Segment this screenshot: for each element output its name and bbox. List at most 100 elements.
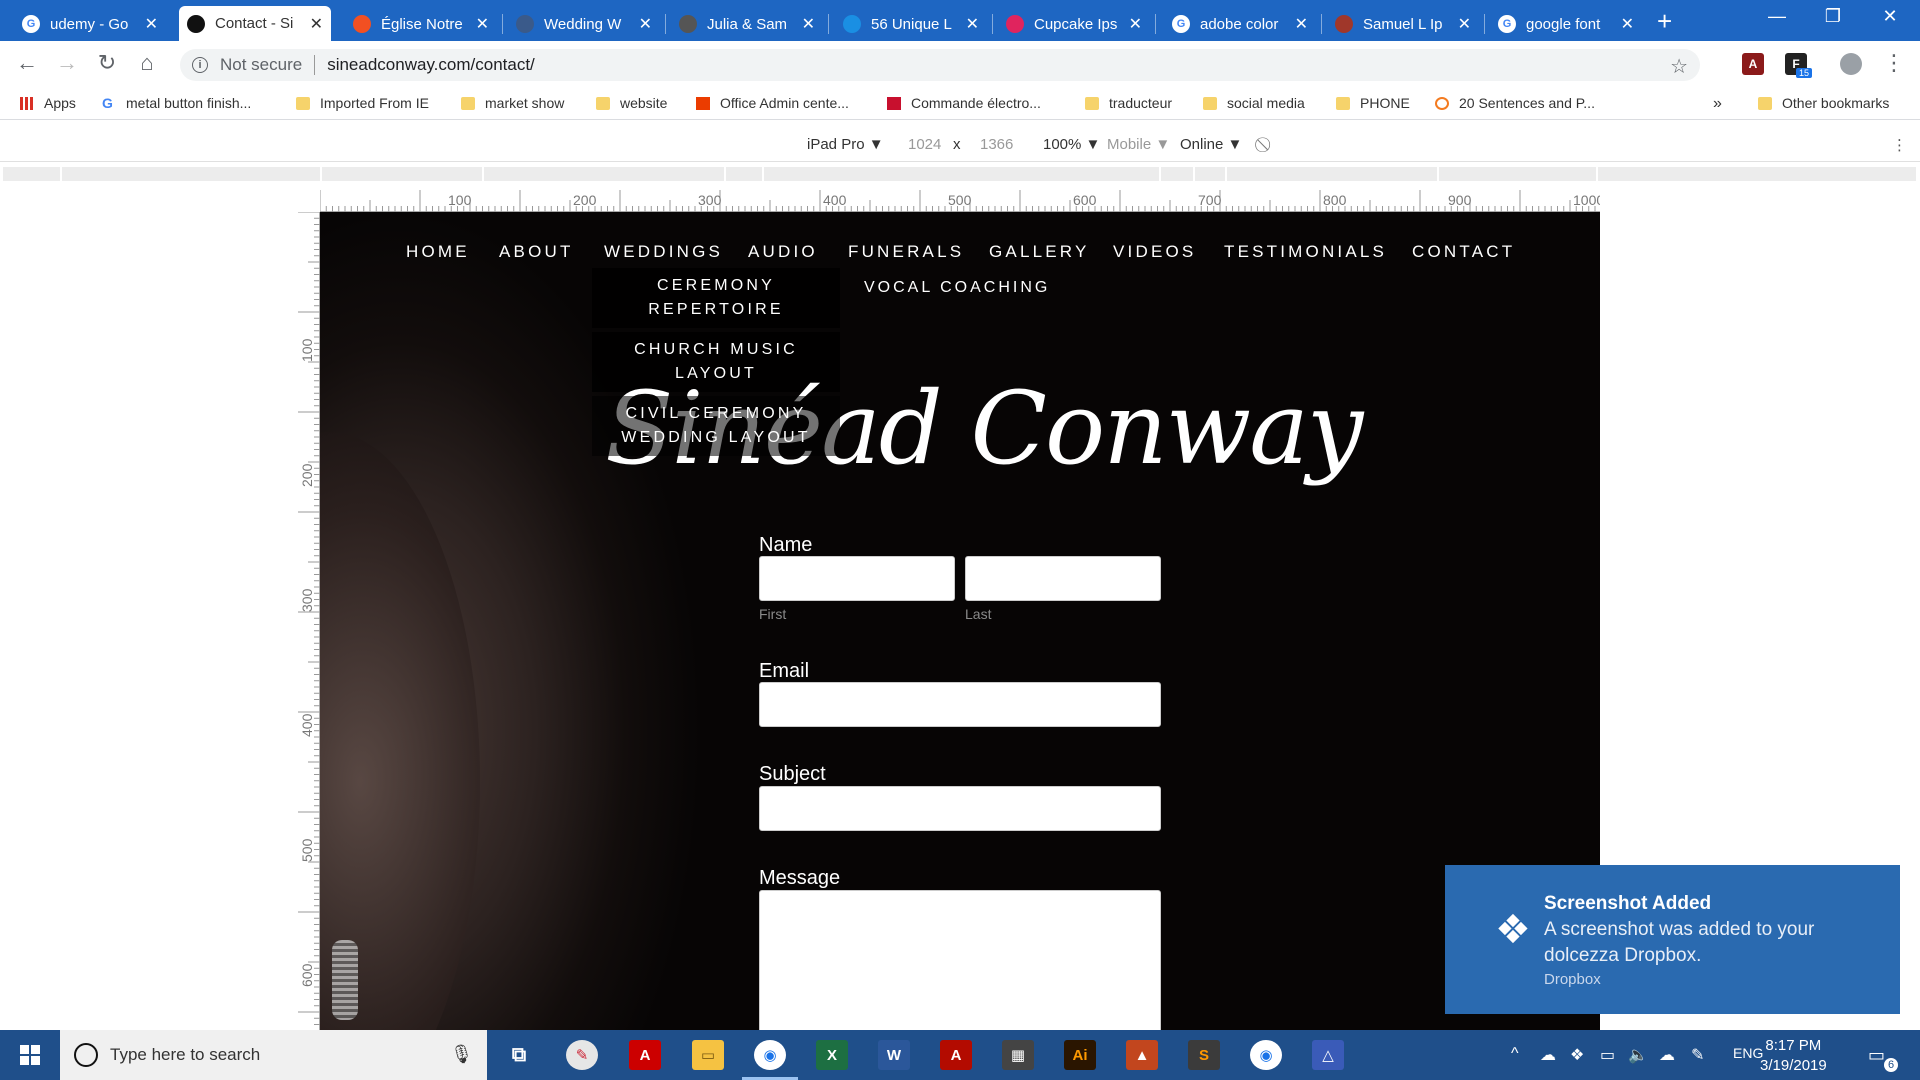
onedrive-icon[interactable]: ☁ bbox=[1540, 1045, 1556, 1065]
info-icon[interactable]: i bbox=[192, 57, 208, 73]
acrobat-reader-icon[interactable]: A bbox=[940, 1040, 972, 1070]
nav-about[interactable]: ABOUT bbox=[499, 242, 574, 262]
mode-select[interactable]: Mobile ▼ bbox=[1107, 136, 1170, 153]
upload-cloud-icon[interactable]: ☁ bbox=[1659, 1045, 1675, 1065]
excel-app-icon[interactable]: X bbox=[816, 1040, 848, 1070]
media-query-segment[interactable] bbox=[1227, 167, 1437, 181]
bookmark-item[interactable]: Gmetal button finish... bbox=[102, 95, 251, 111]
back-icon[interactable]: ← bbox=[13, 50, 41, 76]
nav-funerals[interactable]: FUNERALS bbox=[848, 242, 964, 262]
tray-chevron-icon[interactable]: ^ bbox=[1511, 1045, 1519, 1063]
file-explorer-icon[interactable]: ▭ bbox=[692, 1040, 724, 1070]
address-bar[interactable]: i Not secure sineadconway.com/contact/ ☆ bbox=[180, 49, 1700, 81]
chrome-app-icon[interactable]: ◉ bbox=[754, 1040, 786, 1070]
tab-close-icon[interactable]: ✕ bbox=[476, 14, 489, 34]
devtools-more-icon[interactable]: ⋮ bbox=[1892, 136, 1907, 154]
sublime-app-icon[interactable]: S bbox=[1188, 1040, 1220, 1070]
battery-icon[interactable]: ▭ bbox=[1600, 1045, 1615, 1065]
tab-close-icon[interactable]: ✕ bbox=[1295, 14, 1308, 34]
nav-vocal-coaching[interactable]: VOCAL COACHING bbox=[864, 276, 1050, 300]
dropdown-civil-ceremony-layout[interactable]: CIVIL CEREMONY WEDDING LAYOUT bbox=[592, 396, 840, 456]
bookmark-item[interactable]: Commande électro... bbox=[887, 95, 1041, 111]
message-textarea[interactable] bbox=[759, 890, 1161, 1030]
nav-videos[interactable]: VIDEOS bbox=[1113, 242, 1196, 262]
media-query-segment[interactable] bbox=[322, 167, 482, 181]
media-query-segment[interactable] bbox=[1439, 167, 1596, 181]
bookmark-item[interactable]: PHONE bbox=[1336, 95, 1410, 111]
media-query-segment[interactable] bbox=[3, 167, 60, 181]
bookmark-item[interactable]: traducteur bbox=[1085, 95, 1172, 111]
tab-close-icon[interactable]: ✕ bbox=[1621, 14, 1634, 34]
reload-icon[interactable]: ↻ bbox=[93, 50, 121, 76]
tab-close-icon[interactable]: ✕ bbox=[310, 14, 323, 34]
pen-icon[interactable]: ✎ bbox=[1691, 1045, 1704, 1065]
media-query-segment[interactable] bbox=[1598, 167, 1916, 181]
nav-contact[interactable]: CONTACT bbox=[1412, 242, 1515, 262]
device-width[interactable]: 1024 bbox=[908, 136, 941, 153]
browser-tab[interactable]: Wedding W ✕ bbox=[508, 7, 660, 41]
media-query-segment[interactable] bbox=[1195, 167, 1225, 181]
media-query-bar[interactable] bbox=[0, 162, 1920, 186]
bookmark-star-icon[interactable]: ☆ bbox=[1670, 54, 1688, 79]
close-window-icon[interactable]: ✕ bbox=[1870, 6, 1910, 27]
device-select[interactable]: iPad Pro ▼ bbox=[807, 136, 884, 153]
media-query-segment[interactable] bbox=[764, 167, 1159, 181]
nav-audio[interactable]: AUDIO bbox=[748, 242, 818, 262]
minimize-icon[interactable]: — bbox=[1757, 6, 1797, 27]
menu-kebab-icon[interactable]: ⋮ bbox=[1880, 50, 1908, 76]
browser-tab[interactable]: Julia & Sam ✕ bbox=[671, 7, 823, 41]
bookmark-item[interactable]: Imported From IE bbox=[296, 95, 429, 111]
word-app-icon[interactable]: W bbox=[878, 1040, 910, 1070]
action-center-icon[interactable]: ▭ bbox=[1868, 1045, 1885, 1066]
device-height[interactable]: 1366 bbox=[980, 136, 1013, 153]
browser-tab[interactable]: Gadobe color ✕ bbox=[1164, 7, 1316, 41]
task-view-icon[interactable]: ⧉ bbox=[503, 1040, 535, 1070]
browser-tab[interactable]: Samuel L Ip ✕ bbox=[1327, 7, 1479, 41]
bookmark-item[interactable]: Office Admin cente... bbox=[696, 95, 849, 111]
media-query-segment[interactable] bbox=[726, 167, 762, 181]
nav-testimonials[interactable]: TESTIMONIALS bbox=[1224, 242, 1387, 262]
nav-weddings[interactable]: WEDDINGS bbox=[604, 242, 723, 262]
acrobat-extension-icon[interactable]: A bbox=[1742, 53, 1764, 75]
language-indicator[interactable]: ENG bbox=[1733, 1045, 1763, 1061]
bookmark-item[interactable]: website bbox=[596, 95, 667, 111]
chrome-app-icon-2[interactable]: ◉ bbox=[1250, 1040, 1282, 1070]
acrobat-app-icon[interactable]: A bbox=[629, 1040, 661, 1070]
media-query-segment[interactable] bbox=[62, 167, 320, 181]
bookmark-item[interactable]: 20 Sentences and P... bbox=[1435, 95, 1595, 111]
illustrator-app-icon[interactable]: Ai bbox=[1064, 1040, 1096, 1070]
tab-close-icon[interactable]: ✕ bbox=[1129, 14, 1142, 34]
calculator-app-icon[interactable]: ▦ bbox=[1002, 1040, 1034, 1070]
browser-tab[interactable]: Contact - Si ✕ bbox=[179, 6, 331, 41]
dropbox-notification[interactable]: ❖ Screenshot Added A screenshot was adde… bbox=[1445, 865, 1900, 1014]
tab-close-icon[interactable]: ✕ bbox=[1458, 14, 1471, 34]
media-query-segment[interactable] bbox=[484, 167, 724, 181]
nav-home[interactable]: HOME bbox=[406, 242, 470, 262]
browser-tab[interactable]: Gudemy - Go ✕ bbox=[14, 7, 166, 41]
email-input[interactable] bbox=[759, 682, 1161, 727]
media-query-segment[interactable] bbox=[1161, 167, 1193, 181]
bookmark-item[interactable]: market show bbox=[461, 95, 564, 111]
forward-icon[interactable]: → bbox=[53, 50, 81, 76]
dropbox-tray-icon[interactable]: ❖ bbox=[1570, 1045, 1584, 1065]
browser-tab[interactable]: Cupcake Ips ✕ bbox=[998, 7, 1150, 41]
tab-close-icon[interactable]: ✕ bbox=[145, 14, 158, 34]
nav-gallery[interactable]: GALLERY bbox=[989, 242, 1090, 262]
windows-start-icon[interactable] bbox=[0, 1030, 60, 1080]
volume-icon[interactable]: 🔈 bbox=[1628, 1045, 1648, 1065]
bookmark-item[interactable]: Apps bbox=[20, 95, 76, 111]
restore-icon[interactable]: ❐ bbox=[1813, 6, 1853, 27]
paint-app-icon[interactable]: ✎ bbox=[566, 1040, 598, 1070]
microphone-icon[interactable]: 🎙 bbox=[450, 1044, 473, 1065]
url-text[interactable]: sineadconway.com/contact/ bbox=[327, 55, 535, 75]
dropdown-ceremony-repertoire[interactable]: CEREMONY REPERTOIRE bbox=[592, 268, 840, 328]
last-name-input[interactable] bbox=[965, 556, 1161, 601]
subject-input[interactable] bbox=[759, 786, 1161, 831]
zoom-select[interactable]: 100% ▼ bbox=[1043, 136, 1100, 153]
new-tab-icon[interactable]: + bbox=[1657, 6, 1672, 37]
profile-avatar[interactable] bbox=[1840, 53, 1862, 75]
browser-tab[interactable]: Ggoogle font ✕ bbox=[1490, 7, 1642, 41]
app-flame-icon[interactable]: ▲ bbox=[1126, 1040, 1158, 1070]
browser-tab[interactable]: 56 Unique L ✕ bbox=[835, 7, 987, 41]
first-name-input[interactable] bbox=[759, 556, 955, 601]
